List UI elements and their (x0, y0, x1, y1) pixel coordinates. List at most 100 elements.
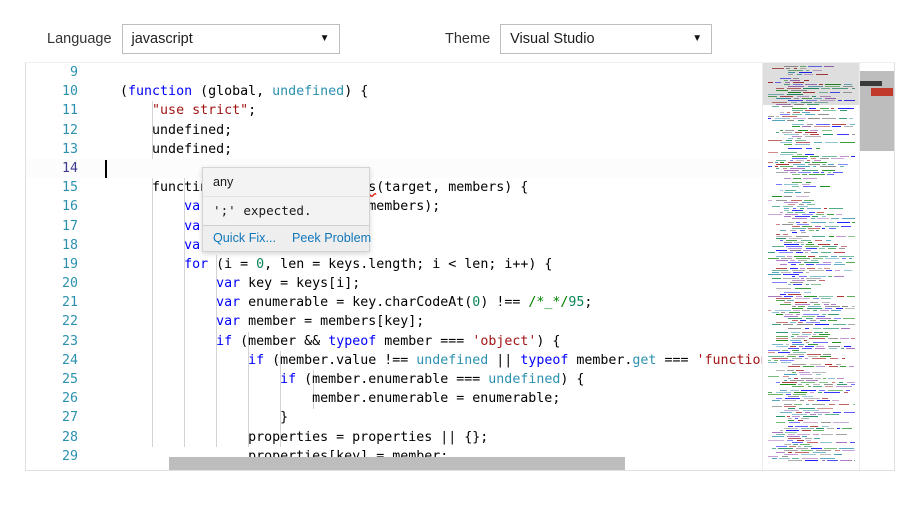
language-select[interactable]: javascript ▼ (122, 24, 340, 54)
minimap-line-segment (813, 70, 822, 71)
minimap-line-segment (833, 412, 841, 413)
minimap-line-segment (772, 68, 784, 69)
minimap-line-segment (792, 210, 803, 211)
minimap-line-segment (816, 264, 831, 265)
minimap-line-segment (793, 84, 803, 85)
minimap-line-segment (776, 392, 791, 393)
minimap-line-segment (820, 158, 829, 159)
minimap-line-segment (807, 308, 822, 309)
minimap-line-segment (772, 206, 780, 207)
minimap-line-segment (852, 88, 855, 89)
minimap-line-segment (818, 392, 822, 393)
minimap-line-segment (776, 168, 779, 169)
minimap-line-segment (817, 408, 833, 409)
minimap-line-segment (809, 174, 825, 175)
minimap-line-segment (796, 448, 808, 449)
minimap-line-segment (829, 208, 843, 209)
minimap-line-segment (783, 376, 789, 377)
token-plain (88, 238, 184, 253)
minimap-line-segment (850, 442, 855, 443)
minimap-line-segment (813, 258, 823, 259)
token-num: 0 (256, 257, 264, 272)
minimap-line-segment (799, 276, 807, 277)
minimap-line-segment (798, 172, 811, 173)
theme-select[interactable]: Visual Studio ▼ (500, 24, 712, 54)
token-plain: , len = keys.length; i < len; i++) { (264, 257, 552, 272)
minimap-line-segment (816, 74, 828, 75)
token-plain: enumerable = key.charCodeAt( (240, 295, 472, 310)
minimap-line-segment (840, 110, 847, 111)
minimap-line-segment (837, 222, 850, 223)
minimap-line-segment (785, 190, 796, 191)
minimap-line-segment (802, 184, 810, 185)
minimap-line-segment (822, 246, 837, 247)
minimap-line-segment (786, 394, 791, 395)
minimap-line-segment (842, 218, 855, 219)
minimap-line-segment (816, 346, 824, 347)
minimap-line-segment (820, 100, 835, 101)
minimap[interactable] (762, 63, 860, 470)
minimap-line-segment (784, 134, 799, 135)
minimap-line-segment (813, 310, 817, 311)
minimap-line-segment (805, 412, 810, 413)
minimap-line-segment (811, 222, 826, 223)
minimap-line-segment (841, 328, 850, 329)
minimap-line-segment (817, 212, 824, 213)
horizontal-scrollbar[interactable] (26, 457, 765, 470)
line-number: 17 (26, 217, 78, 236)
minimap-line-segment (831, 310, 841, 311)
minimap-line-segment (825, 98, 836, 99)
minimap-line-segment (844, 84, 852, 85)
minimap-line-segment (780, 78, 791, 79)
minimap-line-segment (834, 454, 842, 455)
minimap-line-segment (792, 186, 799, 187)
minimap-line-segment (775, 82, 781, 83)
minimap-line-segment (837, 378, 844, 379)
minimap-line-segment (802, 396, 813, 397)
minimap-line-segment (805, 252, 808, 253)
minimap-line-segment (792, 458, 799, 459)
horizontal-scrollbar-thumb[interactable] (169, 457, 625, 470)
minimap-line-segment (800, 320, 806, 321)
minimap-line-segment (810, 426, 818, 427)
minimap-line-segment (803, 410, 819, 411)
minimap-line-segment (828, 164, 834, 165)
minimap-line-segment (788, 408, 795, 409)
minimap-line-segment (846, 390, 850, 391)
minimap-line-segment (820, 96, 831, 97)
minimap-line-segment (780, 384, 796, 385)
minimap-line-segment (814, 438, 820, 439)
minimap-line-segment (792, 174, 800, 175)
minimap-line-segment (794, 404, 802, 405)
minimap-line-segment (821, 298, 831, 299)
code-editor[interactable]: 910 (function (global, undefined) {11 "u… (25, 62, 895, 471)
minimap-line-segment (843, 318, 855, 319)
minimap-line-segment (776, 422, 785, 423)
minimap-line-segment (780, 264, 787, 265)
peek-problem-link[interactable]: Peek Problem (292, 231, 371, 245)
minimap-line-segment (790, 160, 793, 161)
minimap-line-segment (793, 310, 800, 311)
token-plain (88, 219, 184, 234)
minimap-line-segment (806, 264, 814, 265)
token-plain: properties = properties || {}; (88, 430, 488, 445)
quick-fix-link[interactable]: Quick Fix... (213, 231, 276, 245)
minimap-line-segment (798, 130, 808, 131)
minimap-line-segment (784, 244, 799, 245)
minimap-line-segment (784, 296, 793, 297)
minimap-line-segment (809, 108, 816, 109)
vertical-scrollbar[interactable] (859, 63, 894, 470)
scrollbar-error-marker (871, 88, 893, 96)
minimap-line-segment (780, 190, 783, 191)
minimap-line-segment (784, 144, 792, 145)
minimap-line-segment (787, 112, 790, 113)
language-select-value: javascript (132, 31, 193, 47)
minimap-line-segment (829, 404, 835, 405)
line-number: 12 (26, 121, 78, 140)
minimap-line-segment (792, 358, 802, 359)
minimap-line-segment (780, 166, 793, 167)
minimap-line-segment (825, 364, 832, 365)
line-number: 26 (26, 389, 78, 408)
minimap-line-segment (786, 240, 797, 241)
minimap-line-segment (788, 74, 793, 75)
